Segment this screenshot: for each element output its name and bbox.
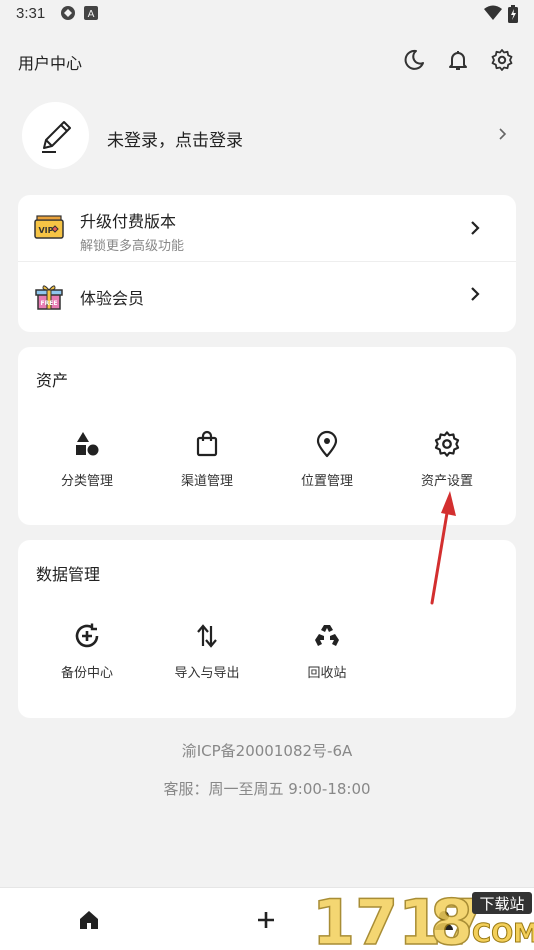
bell-icon[interactable] — [444, 46, 472, 74]
svg-text:FREE: FREE — [41, 300, 58, 307]
avatar[interactable] — [22, 102, 89, 169]
gift-box-icon: FREE — [34, 282, 64, 312]
home-icon[interactable] — [73, 904, 105, 936]
vip-ticket-icon: VIP — [34, 213, 64, 243]
svg-text:8: 8 — [430, 886, 473, 950]
watermark-logo: 1717 8 下载站 COM — [311, 885, 534, 950]
location-management-button[interactable]: 位置管理 — [267, 430, 387, 500]
customer-service-hours: 客服：周一至周五 9:00-18:00 — [163, 780, 371, 798]
gear-icon — [433, 430, 461, 458]
data-management-section-title: 数据管理 — [36, 565, 101, 584]
recycle-bin-button[interactable]: 回收站 — [267, 622, 387, 692]
chevron-right-icon — [469, 286, 481, 306]
location-pin-icon — [313, 430, 341, 458]
login-prompt[interactable]: 未登录，点击登录 — [107, 126, 243, 151]
category-management-label: 分类管理 — [60, 474, 113, 489]
chevron-right-icon — [498, 126, 508, 145]
upgrade-subtitle: 解锁更多高级功能 — [80, 239, 185, 254]
status-time: 3:31 — [16, 5, 46, 22]
svg-text:VIP: VIP — [38, 226, 53, 235]
annotation-arrow — [430, 491, 456, 605]
shapes-icon — [73, 430, 101, 458]
import-export-icon — [193, 622, 221, 650]
channel-management-label: 渠道管理 — [180, 474, 233, 489]
assets-section-title: 资产 — [36, 371, 69, 390]
upgrade-title: 升级付费版本 — [80, 212, 177, 231]
vip-card: VIP 升级付费版本 解锁更多高级功能 FREE 体验会员 — [18, 195, 516, 332]
moon-icon[interactable] — [400, 46, 428, 74]
app-notification-icon: A — [84, 5, 100, 21]
chevron-right-icon — [469, 220, 481, 240]
watermark-label: 下载站 — [479, 895, 524, 913]
icp-license: 渝ICP备20001082号-6A — [181, 742, 353, 760]
svg-text:A: A — [88, 9, 95, 20]
pencil-icon — [41, 120, 71, 153]
backup-center-label: 备份中心 — [60, 666, 113, 681]
top-bar: 用户中心 — [0, 40, 534, 80]
svg-text:COM: COM — [472, 919, 534, 949]
shopping-bag-icon — [193, 430, 221, 458]
page-title: 用户中心 — [18, 54, 83, 73]
trial-member-title: 体验会员 — [80, 289, 145, 308]
channel-management-button[interactable]: 渠道管理 — [147, 430, 267, 500]
category-management-button[interactable]: 分类管理 — [27, 430, 147, 500]
location-management-label: 位置管理 — [300, 474, 353, 489]
sync-status-icon — [60, 5, 76, 21]
recycle-icon — [313, 622, 341, 650]
login-entry[interactable]: 未登录，点击登录 — [0, 98, 534, 178]
backup-icon — [73, 622, 101, 650]
backup-center-button[interactable]: 备份中心 — [27, 622, 147, 692]
add-icon[interactable] — [250, 904, 282, 936]
trial-member-row[interactable]: FREE 体验会员 — [18, 262, 516, 332]
gear-icon[interactable] — [488, 46, 516, 74]
battery-icon — [508, 5, 518, 23]
recycle-bin-label: 回收站 — [307, 666, 347, 681]
status-bar: 3:31 A — [0, 0, 534, 28]
import-export-label: 导入与导出 — [174, 666, 240, 681]
import-export-button[interactable]: 导入与导出 — [147, 622, 267, 692]
wifi-icon — [484, 5, 502, 21]
upgrade-row[interactable]: VIP 升级付费版本 解锁更多高级功能 — [18, 195, 516, 261]
